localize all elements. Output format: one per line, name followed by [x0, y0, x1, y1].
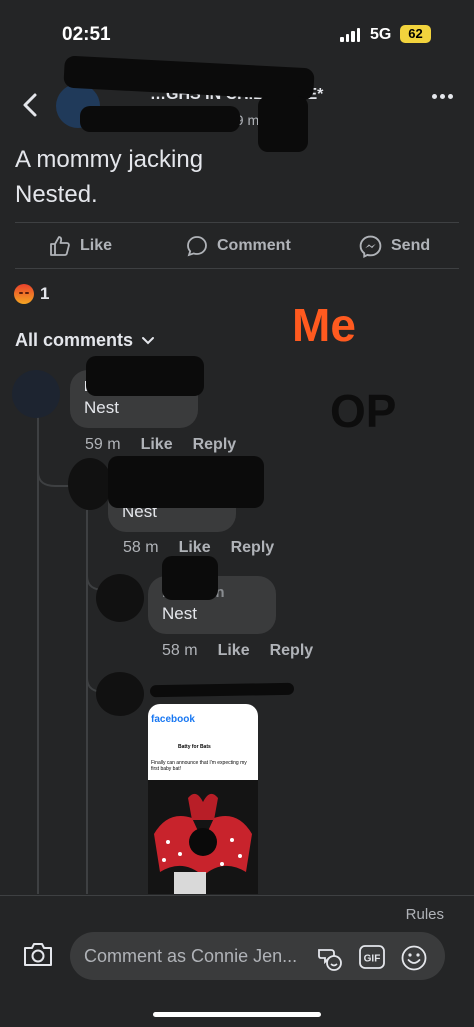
send-button[interactable]: Send — [358, 226, 430, 266]
signal-icon — [340, 28, 360, 42]
post-text: A mommy jacking Nested. — [15, 146, 204, 208]
thumbs-up-icon — [50, 236, 70, 256]
avatar[interactable] — [96, 672, 144, 716]
comment-like-button[interactable]: Like — [179, 539, 211, 557]
reaction-count: 1 — [40, 284, 50, 303]
rules-link[interactable]: Rules — [406, 906, 444, 923]
comment-meta: 58 m Like Reply — [162, 642, 313, 660]
comment-input[interactable] — [84, 932, 314, 980]
comment-meta: 59 m Like Reply — [85, 436, 236, 454]
comment-composer-bar: Rules GIF — [0, 895, 474, 1027]
back-arrow-icon[interactable] — [18, 92, 44, 118]
comment-time: 59 m — [85, 436, 121, 453]
attached-screenshot[interactable]: facebook Batty for Bats Finally can anno… — [148, 704, 258, 894]
comment-button[interactable]: Comment — [185, 226, 291, 266]
post-actions: Like Comment Send — [0, 226, 474, 266]
redaction-mark — [80, 106, 240, 132]
comment-time: 58 m — [123, 539, 159, 556]
bat-plush-icon — [148, 780, 258, 894]
comment-reply-button[interactable]: Reply — [270, 642, 314, 660]
messenger-icon — [359, 235, 382, 258]
redaction-mark — [258, 96, 308, 152]
redaction-mark — [86, 356, 204, 396]
camera-icon[interactable] — [22, 940, 54, 968]
redaction-mark — [149, 682, 295, 698]
avatar[interactable] — [68, 458, 112, 510]
avatar[interactable] — [96, 574, 144, 622]
chevron-down-icon — [142, 336, 155, 344]
like-button[interactable]: Like — [48, 226, 112, 266]
comment-time: 58 m — [162, 642, 198, 659]
comment-reply-button[interactable]: Reply — [193, 436, 237, 454]
mini-post-author: Batty for Bats — [178, 744, 211, 750]
gif-icon[interactable]: GIF — [358, 944, 386, 970]
status-time: 02:51 — [62, 24, 111, 45]
comment-sort-label: All comments — [15, 330, 134, 350]
more-options-icon[interactable] — [432, 94, 453, 99]
comment-text: Nest — [84, 398, 119, 417]
comment-bubble-icon — [187, 236, 207, 257]
annotation-me: Me — [292, 299, 356, 351]
network-label: 5G — [370, 26, 392, 43]
like-label: Like — [80, 237, 113, 254]
send-label: Send — [391, 237, 431, 254]
reaction-summary[interactable]: 1 — [14, 284, 49, 304]
comment-text: Nest — [162, 604, 197, 623]
facebook-logo: facebook — [151, 714, 195, 725]
comment-like-button[interactable]: Like — [141, 436, 173, 454]
comment-sort-dropdown[interactable]: All comments — [15, 330, 155, 351]
bat-photo — [148, 780, 258, 894]
annotation-op: OP — [330, 385, 397, 437]
battery-icon: 62 — [400, 25, 431, 43]
comment-reply-button[interactable]: Reply — [231, 539, 275, 557]
avatar[interactable] — [12, 370, 60, 418]
comment-meta: 58 m Like Reply — [123, 539, 274, 557]
mini-post-text: Finally can announce that I'm expecting … — [151, 760, 247, 772]
svg-text:GIF: GIF — [364, 954, 381, 965]
angry-reaction-icon — [14, 284, 34, 304]
redaction-mark — [162, 556, 218, 600]
redaction-mark — [108, 456, 264, 508]
avatar-sticker-icon[interactable] — [315, 944, 343, 972]
comment-input-box: GIF — [70, 932, 445, 980]
home-indicator — [153, 1012, 321, 1017]
divider — [15, 268, 459, 269]
emoji-icon[interactable] — [400, 944, 428, 972]
comment-like-button[interactable]: Like — [218, 642, 250, 660]
comment-label: Comment — [217, 237, 291, 254]
divider — [15, 222, 459, 223]
